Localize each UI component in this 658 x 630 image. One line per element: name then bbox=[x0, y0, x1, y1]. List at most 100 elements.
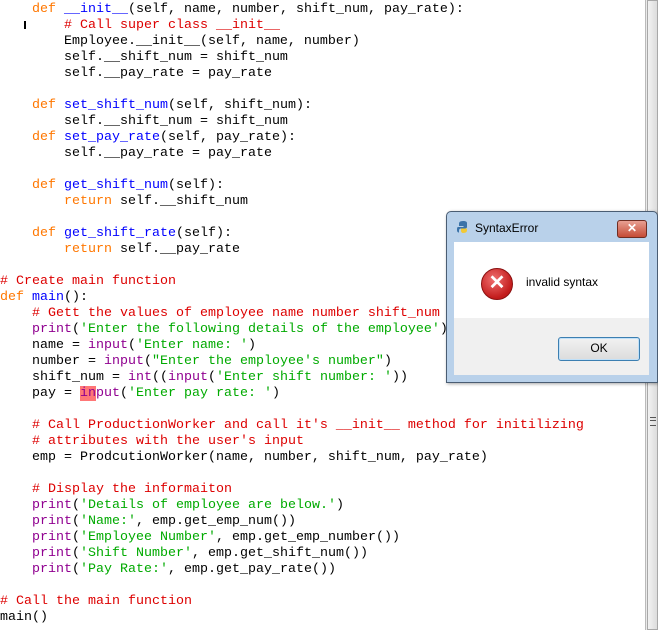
code-token: ( bbox=[72, 530, 80, 545]
code-token: return bbox=[64, 194, 112, 209]
code-line: self.__pay_rate = pay_rate bbox=[0, 146, 645, 162]
code-token: print bbox=[32, 322, 72, 337]
code-line: print('Shift Number', emp.get_shift_num(… bbox=[0, 546, 645, 562]
code-token: ) bbox=[247, 338, 256, 353]
code-token: ( bbox=[207, 370, 216, 385]
text-cursor bbox=[24, 21, 26, 29]
code-token: print bbox=[32, 498, 72, 513]
code-token: , emp.get_pay_rate()) bbox=[167, 562, 336, 577]
code-token: print bbox=[32, 530, 72, 545]
close-button[interactable]: ✕ bbox=[617, 220, 647, 238]
code-token: def bbox=[32, 2, 56, 17]
code-line: # Display the informaiton bbox=[0, 482, 645, 498]
code-line: return self.__shift_num bbox=[0, 194, 645, 210]
code-token: "Enter the employee's number" bbox=[151, 354, 384, 369]
code-line: self.__shift_num = shift_num bbox=[0, 114, 645, 130]
code-token: ( bbox=[72, 562, 80, 577]
error-message: invalid syntax bbox=[526, 275, 599, 289]
code-token: ( bbox=[72, 546, 80, 561]
code-line: def set_pay_rate(self, pay_rate): bbox=[0, 130, 645, 146]
code-token: self.__shift_num = shift_num bbox=[0, 114, 288, 129]
code-token: pay = bbox=[0, 386, 80, 401]
code-token: int bbox=[127, 370, 152, 385]
code-token: # Call super class __init__ bbox=[64, 18, 280, 33]
code-token: input bbox=[167, 370, 208, 385]
code-token: name = bbox=[0, 338, 88, 353]
code-line: main() bbox=[0, 610, 645, 626]
error-highlight: in bbox=[79, 386, 96, 401]
code-token: 'Details of employee are below.' bbox=[80, 498, 336, 513]
code-token: , emp.get_shift_num()) bbox=[191, 546, 368, 561]
code-token: 'Employee Number' bbox=[80, 530, 216, 545]
code-token: ( bbox=[119, 386, 128, 401]
code-token: self.__shift_num = shift_num bbox=[0, 50, 288, 65]
dialog-titlebar[interactable]: SyntaxError ✕ bbox=[447, 212, 657, 242]
code-token: def bbox=[32, 130, 56, 145]
code-token: print bbox=[32, 514, 72, 529]
code-token: Employee.__init__(self, name, number) bbox=[0, 34, 360, 49]
code-token: ( bbox=[72, 322, 80, 337]
code-token: input bbox=[87, 338, 128, 353]
code-line: print('Details of employee are below.') bbox=[0, 498, 645, 514]
code-token: # attributes with the user's input bbox=[32, 434, 304, 449]
code-token: (): bbox=[64, 290, 88, 305]
code-token: , emp.get_emp_number()) bbox=[215, 530, 400, 545]
code-line: # attributes with the user's input bbox=[0, 434, 645, 450]
code-line: print('Employee Number', emp.get_emp_num… bbox=[0, 530, 645, 546]
code-token: 'Name:' bbox=[80, 514, 136, 529]
code-line: def set_shift_num(self, shift_num): bbox=[0, 98, 645, 114]
code-token: self.__pay_rate bbox=[112, 242, 240, 257]
code-token: , emp.get_emp_num()) bbox=[136, 514, 296, 529]
code-token: ( bbox=[127, 338, 136, 353]
dialog-title: SyntaxError bbox=[475, 221, 539, 235]
code-token: (( bbox=[151, 370, 168, 385]
syntax-error-dialog: SyntaxError ✕ ✕ invalid syntax OK bbox=[446, 211, 658, 383]
code-token: ) bbox=[383, 354, 392, 369]
code-line: Employee.__init__(self, name, number) bbox=[0, 34, 645, 50]
code-token: # Call ProductionWorker and call it's __… bbox=[32, 418, 584, 433]
code-line: def __init__(self, name, number, shift_n… bbox=[0, 2, 645, 18]
code-token: def bbox=[32, 178, 56, 193]
code-token: get_shift_rate bbox=[64, 226, 176, 241]
code-token: return bbox=[64, 242, 112, 257]
code-line: print('Pay Rate:', emp.get_pay_rate()) bbox=[0, 562, 645, 578]
code-token: ( bbox=[72, 514, 80, 529]
code-token: self.__shift_num bbox=[112, 194, 248, 209]
close-icon: ✕ bbox=[626, 221, 638, 235]
code-token: shift_num = bbox=[0, 370, 128, 385]
code-line: def get_shift_num(self): bbox=[0, 178, 645, 194]
code-token: (self, pay_rate): bbox=[159, 130, 296, 145]
code-token: def bbox=[32, 98, 56, 113]
code-line: pay = input('Enter pay rate: ') bbox=[0, 386, 645, 402]
code-token: main() bbox=[0, 610, 48, 625]
code-token: ( bbox=[143, 354, 152, 369]
code-token: (self, name, number, shift_num, pay_rate… bbox=[128, 2, 464, 17]
ok-button[interactable]: OK bbox=[558, 337, 640, 361]
code-token: __init__ bbox=[64, 2, 128, 17]
python-icon bbox=[457, 221, 467, 233]
code-token: )) bbox=[391, 370, 408, 385]
code-line: print('Name:', emp.get_emp_num()) bbox=[0, 514, 645, 530]
code-line: emp = ProdcutionWorker(name, number, shi… bbox=[0, 450, 645, 466]
code-token: set_pay_rate bbox=[64, 130, 160, 145]
